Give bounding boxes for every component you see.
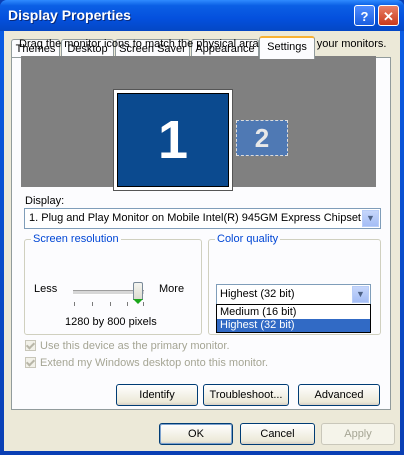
tab-settings[interactable]: Settings [259,36,315,59]
extend-desktop-checkbox[interactable]: Extend my Windows desktop onto this moni… [25,357,268,369]
color-quality-dropdown[interactable]: Highest (32 bit) ▼ [216,284,371,305]
primary-monitor-checkbox[interactable]: Use this device as the primary monitor. [25,340,230,352]
slider-thumb-pointer [133,299,143,304]
slider-tick [127,302,128,306]
display-dropdown-value: 1. Plug and Play Monitor on Mobile Intel… [29,212,377,224]
advanced-button[interactable]: Advanced [298,384,380,406]
primary-monitor-label: Use this device as the primary monitor. [40,340,230,352]
display-dropdown[interactable]: 1. Plug and Play Monitor on Mobile Intel… [24,208,381,229]
color-option-highest[interactable]: Highest (32 bit) [217,319,370,332]
identify-button[interactable]: Identify [116,384,198,406]
color-quality-options-list: Medium (16 bit) Highest (32 bit) [216,304,371,333]
less-label: Less [34,283,58,295]
extend-desktop-label: Extend my Windows desktop onto this moni… [40,357,269,369]
resolution-slider-thumb[interactable] [133,282,143,300]
window-title: Display Properties [8,7,131,23]
arrangement-instruction: Drag the monitor icons to match the phys… [19,38,387,50]
more-label: More [159,283,185,295]
cancel-button[interactable]: Cancel [240,423,315,445]
monitor-1-number: 1 [117,93,229,187]
slider-tick [92,302,93,306]
title-bar[interactable]: Display Properties ? ✕ [0,0,404,31]
screen-resolution-title: Screen resolution [31,233,121,245]
color-quality-value: Highest (32 bit) [220,288,295,300]
help-button[interactable]: ? [354,5,375,26]
troubleshoot-button[interactable]: Troubleshoot... [203,384,289,406]
close-button[interactable]: ✕ [378,5,399,26]
checkbox-checked-icon[interactable] [25,357,36,368]
chevron-down-icon[interactable]: ▼ [352,286,369,303]
chevron-down-icon[interactable]: ▼ [362,210,379,227]
color-option-medium[interactable]: Medium (16 bit) [217,306,370,319]
slider-tick [110,302,111,306]
ok-button[interactable]: OK [159,423,233,445]
monitor-2-icon[interactable]: 2 [236,120,288,156]
resolution-value: 1280 by 800 pixels [65,316,157,328]
slider-tick [143,302,144,306]
slider-tick [74,302,75,306]
checkbox-checked-icon[interactable] [25,340,36,351]
display-label: Display: [25,195,65,207]
monitor-1-icon[interactable]: 1 [113,89,233,191]
apply-button[interactable]: Apply [321,423,395,445]
color-quality-title: Color quality [215,233,281,245]
